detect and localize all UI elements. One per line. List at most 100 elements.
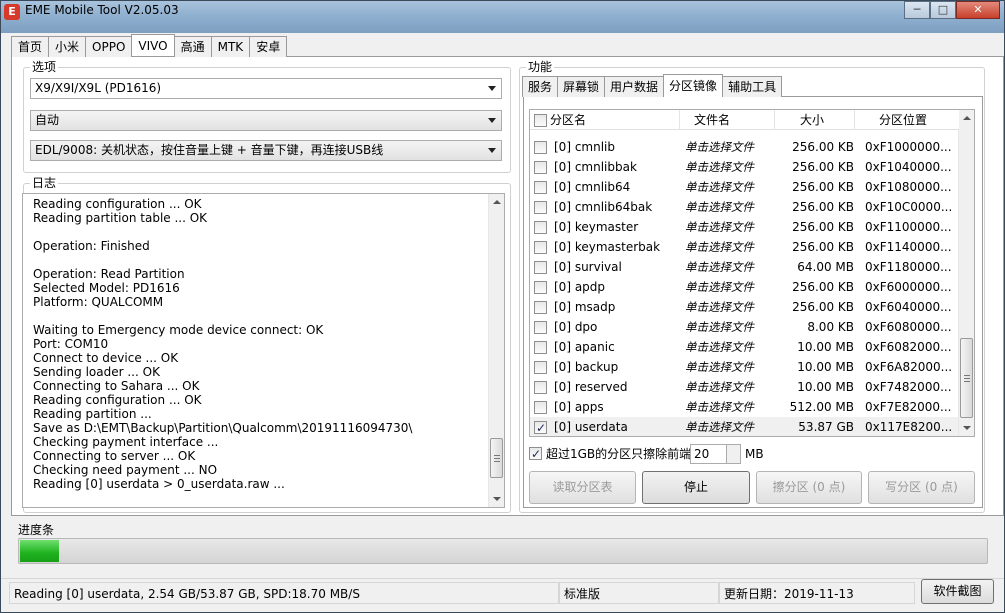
stepper-up-icon[interactable] [726, 445, 740, 454]
partition-checkbox[interactable] [534, 401, 547, 414]
partition-file[interactable]: 单击选择文件 [685, 217, 754, 237]
scroll-down-icon[interactable] [493, 497, 501, 501]
partition-checkbox[interactable] [534, 301, 547, 314]
tab-service[interactable]: 服务 [522, 76, 559, 97]
partition-address: 0xF7E82000... [865, 400, 952, 414]
model-select[interactable]: X9/X9I/X9L (PD1616) [30, 78, 502, 99]
column-partition-name[interactable]: 分区名 [550, 110, 680, 130]
log-line: Checking payment interface ... [33, 435, 219, 449]
tab-home[interactable]: 首页 [11, 36, 50, 57]
log-scroll-thumb[interactable] [490, 438, 503, 478]
tab-oppo[interactable]: OPPO [85, 36, 133, 57]
partition-file[interactable]: 单击选择文件 [685, 157, 754, 177]
partition-file[interactable]: 单击选择文件 [685, 237, 754, 257]
partition-file[interactable]: 单击选择文件 [685, 397, 754, 417]
partition-scrollbar[interactable] [958, 110, 974, 436]
partition-row[interactable]: [0] apps 单击选择文件 512.00 MB 0xF7E82000... [530, 397, 959, 417]
partition-row[interactable]: [0] survival 单击选择文件 64.00 MB 0xF1180000... [530, 257, 959, 277]
partition-row[interactable]: [0] keymaster 单击选择文件 256.00 KB 0xF1100000..… [530, 217, 959, 237]
erase-size-value[interactable]: 20 [694, 445, 709, 463]
partition-address: 0xF6A82000... [865, 360, 953, 374]
tab-qualcomm[interactable]: 高通 [173, 36, 212, 57]
partition-file[interactable]: 单击选择文件 [685, 377, 754, 397]
partition-address: 0xF6000000... [865, 280, 952, 294]
partition-row[interactable]: [0] reserved 单击选择文件 10.00 MB 0xF7482000... [530, 377, 959, 397]
tab-partition-image[interactable]: 分区镜像 [663, 74, 724, 97]
title-bar[interactable]: E EME Mobile Tool V2.05.03 ─ □ ✕ [1, 1, 1004, 33]
partition-row[interactable]: [0] dpo 单击选择文件 8.00 KB 0xF6080000... [530, 317, 959, 337]
maximize-button[interactable]: □ [930, 1, 956, 19]
method-select[interactable]: EDL/9008: 关机状态，按住音量上键 + 音量下键，再连接USB线 [30, 140, 502, 161]
log-scrollbar[interactable] [488, 194, 504, 507]
partition-name: [0] cmnlib [554, 140, 615, 154]
method-select-value: EDL/9008: 关机状态，按住音量上键 + 音量下键，再连接USB线 [35, 143, 384, 157]
tab-user-data[interactable]: 用户数据 [604, 76, 665, 97]
partition-file[interactable]: 单击选择文件 [685, 357, 754, 377]
partition-file[interactable]: 单击选择文件 [685, 137, 754, 157]
write-partition-button[interactable]: 写分区 (0 点) [868, 471, 975, 504]
partition-checkbox[interactable] [534, 181, 547, 194]
partition-checkbox[interactable] [534, 141, 547, 154]
scroll-up-icon[interactable] [493, 200, 501, 204]
partition-name: [0] cmnlib64 [554, 180, 631, 194]
mode-select[interactable]: 自动 [30, 110, 502, 131]
partition-checkbox[interactable] [534, 321, 547, 334]
stop-button[interactable]: 停止 [642, 471, 750, 504]
tab-vivo[interactable]: VIVO [131, 34, 175, 56]
partition-row[interactable]: [0] userdata 单击选择文件 53.87 GB 0x117E8200... [530, 417, 959, 436]
partition-address: 0xF1080000... [865, 180, 952, 194]
partition-checkbox[interactable] [534, 361, 547, 374]
tab-xiaomi[interactable]: 小米 [48, 36, 87, 57]
read-partition-table-button[interactable]: 读取分区表 [529, 471, 636, 504]
log-output[interactable]: Reading configuration ... OK Reading part… [22, 193, 505, 508]
partition-checkbox[interactable] [534, 281, 547, 294]
status-message: Reading [0] userdata, 2.54 GB/53.87 GB, … [9, 582, 559, 604]
partition-row[interactable]: [0] keymasterbak 单击选择文件 256.00 KB 0xF114000… [530, 237, 959, 257]
erase-size-stepper[interactable]: 20 [690, 444, 741, 464]
minimize-button[interactable]: ─ [904, 1, 930, 19]
partition-checkbox[interactable] [534, 418, 547, 436]
column-address[interactable]: 分区位置 [855, 110, 959, 130]
screenshot-button[interactable]: 软件截图 [921, 579, 994, 604]
partition-file[interactable]: 单击选择文件 [685, 337, 754, 357]
scroll-up-icon[interactable] [963, 116, 971, 120]
erase-partition-button[interactable]: 擦分区 (0 点) [756, 471, 862, 504]
partition-file[interactable]: 单击选择文件 [685, 297, 754, 317]
close-button[interactable]: ✕ [956, 1, 1000, 19]
partition-file[interactable]: 单击选择文件 [685, 257, 754, 277]
partition-row[interactable]: [0] backup 单击选择文件 10.00 MB 0xF6A82000... [530, 357, 959, 377]
partition-name: [0] cmnlibbak [554, 160, 637, 174]
partition-file[interactable]: 单击选择文件 [685, 277, 754, 297]
partition-row[interactable]: [0] cmnlib64 单击选择文件 256.00 KB 0xF1080000... [530, 177, 959, 197]
select-all-checkbox[interactable] [534, 114, 547, 127]
partition-table: 分区名 文件名 大小 分区位置 [0] cmnlib 单击选择文件 256.00 K… [529, 109, 975, 437]
tab-tools[interactable]: 辅助工具 [722, 76, 783, 97]
tab-android[interactable]: 安卓 [249, 36, 288, 57]
scroll-down-icon[interactable] [963, 426, 971, 430]
partition-file[interactable]: 单击选择文件 [685, 177, 754, 197]
partition-checkbox[interactable] [534, 381, 547, 394]
partition-row[interactable]: [0] cmnlib 单击选择文件 256.00 KB 0xF1000000... [530, 137, 959, 157]
partition-file[interactable]: 单击选择文件 [685, 197, 754, 217]
partition-checkbox[interactable] [534, 341, 547, 354]
stepper-down-icon[interactable] [726, 454, 740, 463]
partition-file[interactable]: 单击选择文件 [685, 317, 754, 337]
partition-row[interactable]: [0] cmnlibbak 单击选择文件 256.00 KB 0xF1040000..… [530, 157, 959, 177]
partition-checkbox[interactable] [534, 221, 547, 234]
partition-scroll-thumb[interactable] [960, 338, 973, 418]
tab-screen-lock[interactable]: 屏幕锁 [557, 76, 606, 97]
partition-checkbox[interactable] [534, 161, 547, 174]
partition-checkbox[interactable] [534, 261, 547, 274]
column-size[interactable]: 大小 [775, 110, 855, 130]
partition-row[interactable]: [0] apdp 单击选择文件 256.00 KB 0xF6000000... [530, 277, 959, 297]
partition-file[interactable]: 单击选择文件 [685, 417, 754, 436]
partition-checkbox[interactable] [534, 241, 547, 254]
tab-mtk[interactable]: MTK [210, 36, 251, 57]
column-file-name[interactable]: 文件名 [680, 110, 775, 130]
partition-checkbox[interactable] [534, 201, 547, 214]
partition-row[interactable]: [0] cmnlib64bak 单击选择文件 256.00 KB 0xF10C0000… [530, 197, 959, 217]
erase-option-checkbox[interactable] [529, 444, 542, 464]
partition-row[interactable]: [0] apanic 单击选择文件 10.00 MB 0xF6082000... [530, 337, 959, 357]
log-line: Port: COM10 [33, 337, 109, 351]
partition-row[interactable]: [0] msadp 单击选择文件 256.00 KB 0xF6040000... [530, 297, 959, 317]
